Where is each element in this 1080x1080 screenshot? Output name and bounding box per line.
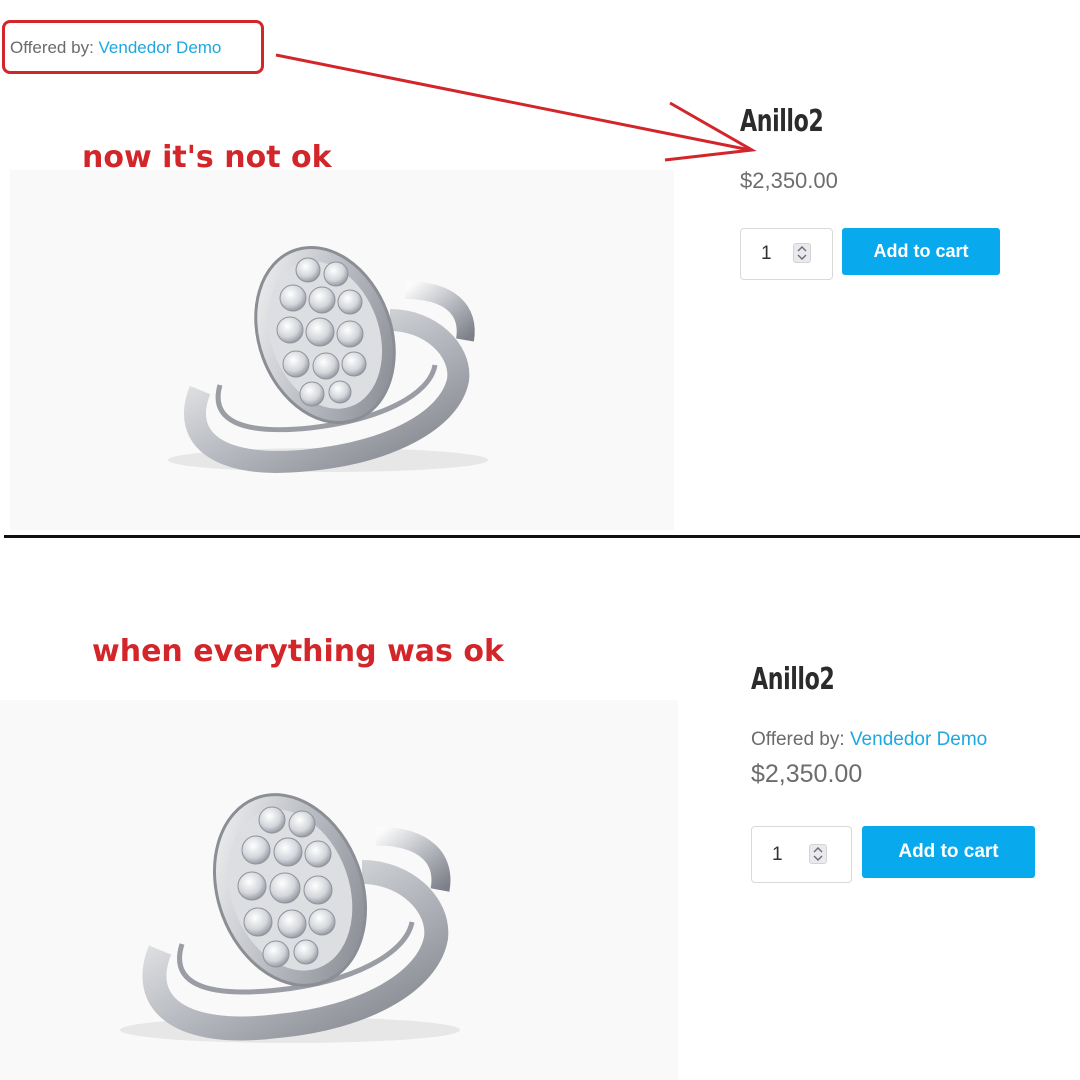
quantity-stepper-top[interactable]: 1: [740, 228, 833, 280]
quantity-stepper-bottom[interactable]: 1: [751, 826, 852, 883]
offered-by-label: Offered by:: [751, 729, 845, 750]
offered-by-bottom: Offered by: Vendedor Demo: [751, 729, 987, 751]
product-image: [10, 170, 674, 530]
add-to-cart-button-top[interactable]: Add to cart: [842, 228, 1000, 275]
product-image-bottom: [0, 700, 678, 1080]
ring-image: [120, 793, 460, 1043]
product-title-bottom: Anillo2: [751, 662, 835, 697]
add-to-cart-button-bottom[interactable]: Add to cart: [862, 826, 1035, 878]
divider: [4, 535, 1080, 538]
quantity-value: 1: [761, 243, 772, 264]
stepper-arrows-icon[interactable]: [809, 844, 827, 864]
quantity-value: 1: [772, 844, 783, 865]
vendor-link[interactable]: Vendedor Demo: [850, 729, 987, 750]
price-bottom: $2,350.00: [751, 760, 863, 788]
annotation-was-ok: when everything was ok: [92, 634, 504, 669]
price-top: $2,350.00: [740, 168, 838, 193]
product-title-top: Anillo2: [740, 104, 824, 139]
ring-image: [168, 245, 488, 473]
stepper-arrows-icon[interactable]: [793, 243, 811, 263]
